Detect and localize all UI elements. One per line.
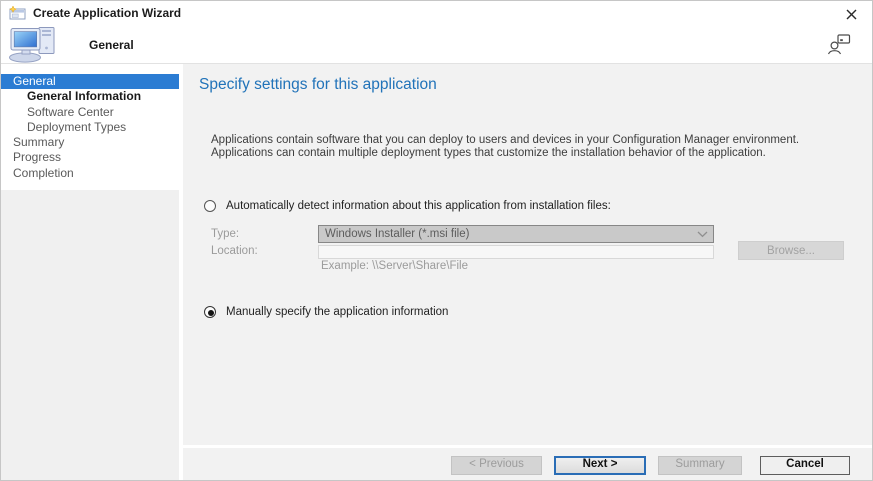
type-dropdown[interactable]: Windows Installer (*.msi file) — [318, 225, 714, 243]
description-line-2: Applications can contain multiple deploy… — [211, 147, 799, 160]
radio-circle-icon[interactable] — [204, 200, 216, 212]
type-dropdown-value: Windows Installer (*.msi file) — [325, 228, 469, 240]
description-line-1: Applications contain software that you c… — [211, 134, 799, 147]
close-button[interactable] — [843, 6, 859, 22]
feedback-person-card-icon — [826, 32, 852, 56]
sidebar-item-progress[interactable]: Progress — [1, 150, 179, 165]
wizard-footer: < Previous Next > Summary Cancel — [183, 448, 873, 481]
location-input[interactable] — [318, 245, 714, 259]
sidebar-item-completion[interactable]: Completion — [1, 166, 179, 181]
window-title: Create Application Wizard — [33, 6, 181, 20]
chevron-down-icon — [697, 231, 708, 238]
previous-button[interactable]: < Previous — [451, 456, 542, 475]
next-button[interactable]: Next > — [554, 456, 646, 475]
type-label: Type: — [211, 228, 239, 240]
computer-icon — [8, 26, 62, 63]
page-description: Applications contain software that you c… — [211, 134, 799, 160]
header-page-label: General — [89, 38, 134, 52]
radio-selected-icon[interactable] — [204, 306, 216, 318]
wizard-window-icon — [9, 6, 26, 20]
summary-button[interactable]: Summary — [658, 456, 742, 475]
wizard-header: General — [1, 25, 872, 64]
wizard-steps-nav: General General Information Software Cen… — [1, 64, 179, 190]
titlebar[interactable]: Create Application Wizard — [1, 1, 872, 25]
sidebar-item-general[interactable]: General — [1, 74, 179, 89]
location-label: Location: — [211, 245, 258, 257]
sidebar-item-general-information[interactable]: General Information — [1, 89, 179, 104]
location-example-hint: Example: \\Server\Share\File — [321, 260, 468, 272]
radio-manually-specify[interactable]: Manually specify the application informa… — [204, 306, 448, 318]
browse-button[interactable]: Browse... — [738, 241, 844, 260]
main-content-panel: Specify settings for this application Ap… — [183, 64, 873, 445]
sidebar-item-deployment-types[interactable]: Deployment Types — [1, 120, 179, 135]
close-icon — [846, 9, 857, 20]
create-application-wizard-window: Create Application Wizard — [0, 0, 873, 481]
feedback-button[interactable] — [826, 32, 852, 56]
radio-automatically-detect-label: Automatically detect information about t… — [226, 200, 611, 212]
radio-manually-specify-label: Manually specify the application informa… — [226, 306, 448, 318]
sidebar-item-software-center[interactable]: Software Center — [1, 105, 179, 120]
sidebar-item-summary[interactable]: Summary — [1, 135, 179, 150]
page-title: Specify settings for this application — [199, 76, 437, 94]
cancel-button[interactable]: Cancel — [760, 456, 850, 475]
radio-automatically-detect[interactable]: Automatically detect information about t… — [204, 200, 611, 212]
